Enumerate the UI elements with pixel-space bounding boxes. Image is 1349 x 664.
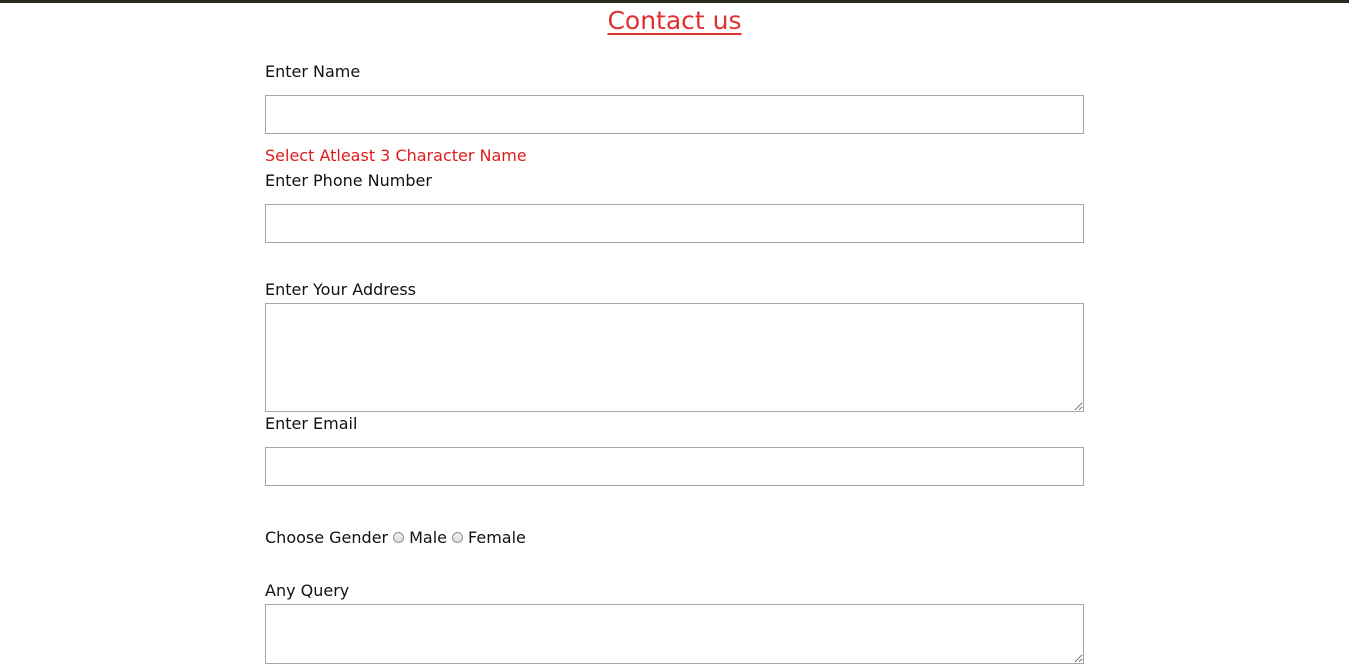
- name-input[interactable]: [265, 95, 1084, 134]
- email-input[interactable]: [265, 447, 1084, 486]
- top-banner-strip: [0, 0, 1349, 3]
- gender-group: Choose Gender Male Female: [265, 528, 526, 548]
- name-label: Enter Name: [265, 62, 361, 81]
- name-error-message: Select Atleast 3 Character Name: [265, 146, 527, 165]
- phone-input[interactable]: [265, 204, 1084, 243]
- address-label: Enter Your Address: [265, 280, 416, 299]
- address-textarea[interactable]: [265, 303, 1084, 412]
- gender-label: Choose Gender: [265, 528, 389, 547]
- phone-label: Enter Phone Number: [265, 171, 432, 190]
- query-textarea[interactable]: [265, 604, 1084, 664]
- gender-female-label[interactable]: Female: [468, 528, 526, 548]
- query-label: Any Query: [265, 581, 350, 600]
- page-title: Contact us: [607, 6, 742, 35]
- gender-male-radio[interactable]: [393, 531, 405, 543]
- email-label: Enter Email: [265, 414, 358, 433]
- gender-male-label[interactable]: Male: [409, 528, 447, 548]
- gender-female-radio[interactable]: [452, 531, 464, 543]
